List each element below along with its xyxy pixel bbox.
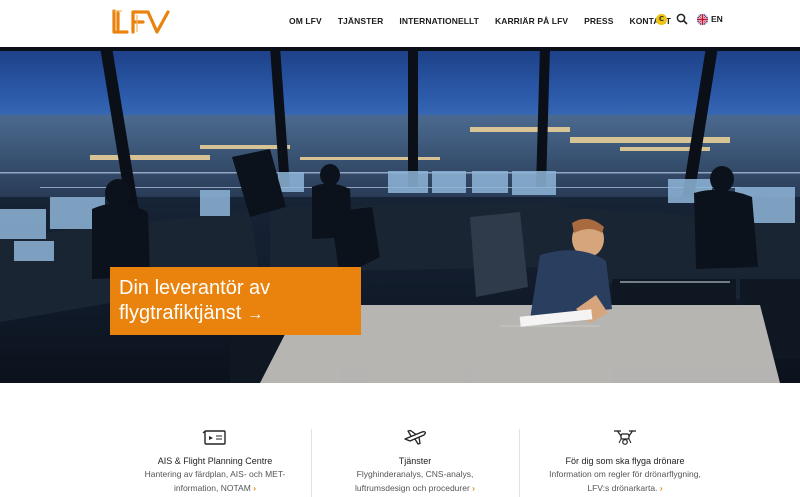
card-divider bbox=[519, 429, 520, 497]
nav-item-internationellt[interactable]: INTERNATIONELLT bbox=[399, 16, 479, 26]
card-desc-line1: Flyghinderanalys, CNS-analys, bbox=[356, 469, 474, 479]
chevron-right-icon[interactable]: › bbox=[660, 483, 663, 493]
ticket-icon bbox=[202, 430, 226, 445]
card-desc-text: luftrumsdesign och procedurer bbox=[354, 483, 470, 493]
nav-item-karriar[interactable]: KARRIÄR PÅ LFV bbox=[495, 16, 568, 26]
airplane-icon bbox=[404, 429, 427, 445]
lfv-logo[interactable] bbox=[110, 7, 172, 37]
hero-headline-text: flygtrafiktjänst bbox=[119, 302, 242, 324]
language-switch[interactable]: EN bbox=[711, 14, 723, 24]
nav-item-tjanster[interactable]: TJÄNSTER bbox=[338, 16, 384, 26]
card-desc-line2: information, NOTAM › bbox=[124, 482, 306, 494]
card-title: Tjänster bbox=[398, 456, 432, 466]
service-cards: AIS & Flight Planning Centre Hantering a… bbox=[0, 383, 800, 497]
site-header: OM LFV TJÄNSTER INTERNATIONELLT KARRIÄR … bbox=[0, 0, 800, 47]
main-nav: OM LFV TJÄNSTER INTERNATIONELLT KARRIÄR … bbox=[289, 16, 687, 26]
card-tjanster[interactable]: Tjänster Flyghinderanalys, CNS-analys, l… bbox=[324, 427, 506, 494]
arrow-right-icon: → bbox=[247, 306, 264, 323]
hero-headline-line1: Din leverantör av bbox=[119, 277, 271, 299]
card-title: För dig som ska flyga drönare bbox=[565, 456, 685, 466]
card-desc-text: LFV:s drönarkarta. bbox=[587, 483, 658, 493]
uk-flag-icon[interactable] bbox=[697, 13, 708, 25]
card-desc-text: information, NOTAM bbox=[173, 483, 251, 493]
drone-icon bbox=[614, 430, 636, 445]
hero-banner: Din leverantör av flygtrafiktjänst → bbox=[0, 47, 800, 383]
header-tools: C EN bbox=[656, 13, 723, 25]
cookie-badge[interactable]: C bbox=[656, 13, 667, 25]
hero-headline-line2: flygtrafiktjänst → bbox=[119, 301, 352, 327]
hero-cta-button[interactable]: Din leverantör av flygtrafiktjänst → bbox=[110, 267, 361, 335]
card-desc-line2: luftrumsdesign och procedurer › bbox=[324, 482, 506, 494]
nav-item-om-lfv[interactable]: OM LFV bbox=[289, 16, 322, 26]
card-title: AIS & Flight Planning Centre bbox=[157, 456, 273, 466]
card-dronare[interactable]: För dig som ska flyga drönare Informatio… bbox=[534, 427, 716, 494]
card-divider bbox=[311, 429, 312, 497]
card-desc-line1: Information om regler för drönarflygning… bbox=[549, 469, 701, 479]
chevron-right-icon[interactable]: › bbox=[253, 483, 256, 493]
chevron-right-icon[interactable]: › bbox=[472, 483, 475, 493]
search-icon[interactable] bbox=[676, 13, 688, 25]
nav-item-press[interactable]: PRESS bbox=[584, 16, 613, 26]
card-desc-line2: LFV:s drönarkarta. › bbox=[534, 482, 716, 494]
card-desc-line1: Hantering av färdplan, AIS- och MET- bbox=[144, 469, 286, 479]
card-ais-flight-planning[interactable]: AIS & Flight Planning Centre Hantering a… bbox=[124, 427, 306, 494]
